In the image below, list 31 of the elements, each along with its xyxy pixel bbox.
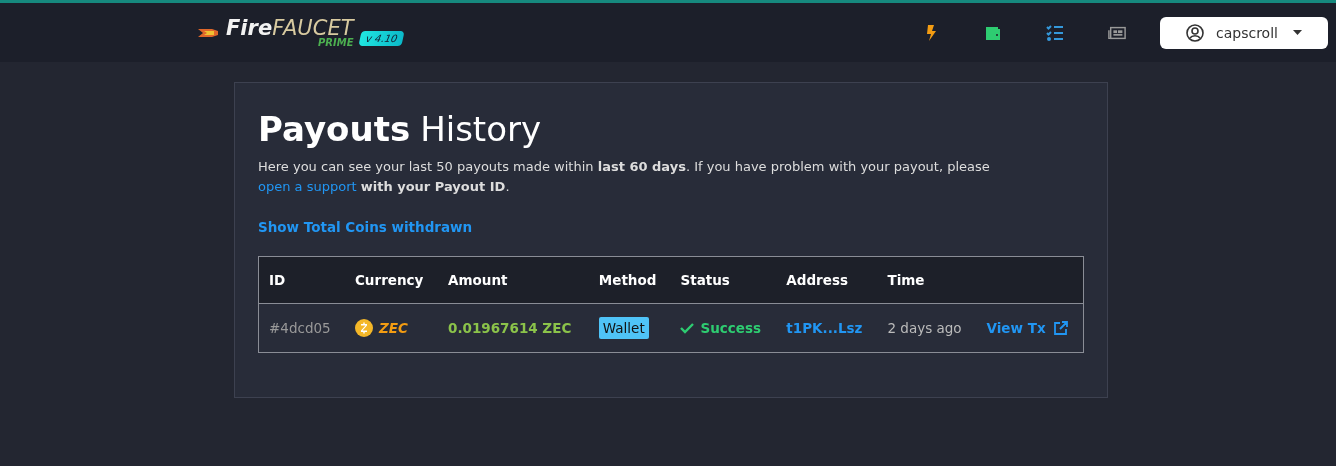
coin-icon: [354, 319, 373, 337]
column-header: Status: [670, 256, 777, 304]
external-link-icon: [1053, 321, 1068, 335]
column-header: Address: [776, 256, 878, 304]
caret-icon: [1293, 30, 1302, 35]
column-header: Amount: [438, 256, 589, 304]
currency-code: ZEC: [378, 320, 408, 336]
version-badge: v 4.10: [357, 31, 405, 46]
logo-text: FAUCET: [272, 17, 354, 39]
column-header: Currency: [344, 256, 438, 304]
support-link[interactable]: open a support: [258, 179, 357, 194]
payout-id: #4dcd05: [269, 320, 331, 336]
page-title: Payouts: [258, 109, 411, 149]
payout-amount: 0.01967614 ZEC: [448, 320, 572, 336]
check-icon: [680, 322, 695, 334]
column-header: Time: [877, 256, 977, 304]
view-tx-link[interactable]: View Tx: [986, 320, 1068, 336]
total-coins-link[interactable]: Show Total Coins withdrawn: [258, 219, 473, 235]
column-header: ID: [258, 256, 345, 304]
user-icon: [1186, 23, 1204, 42]
payout-time: 2 days ago: [887, 320, 962, 336]
intro-paragraph: Here you can see your last 50 payouts made within last 60 days. If you have problem with your payout, please open a support with your Payout ID.: [258, 158, 991, 196]
checklist-icon[interactable]: [1046, 23, 1064, 42]
page-title: History: [420, 109, 542, 149]
user-menu-button[interactable]: capscroll: [1160, 16, 1328, 49]
status-text: Success: [700, 320, 762, 336]
column-header: Method: [588, 256, 671, 304]
logo-text: Fire: [226, 17, 273, 39]
logo-subtitle: PRIME: [317, 37, 354, 48]
address-link[interactable]: t1PK...Lsz: [786, 320, 863, 336]
method-badge: Wallet: [598, 317, 649, 339]
